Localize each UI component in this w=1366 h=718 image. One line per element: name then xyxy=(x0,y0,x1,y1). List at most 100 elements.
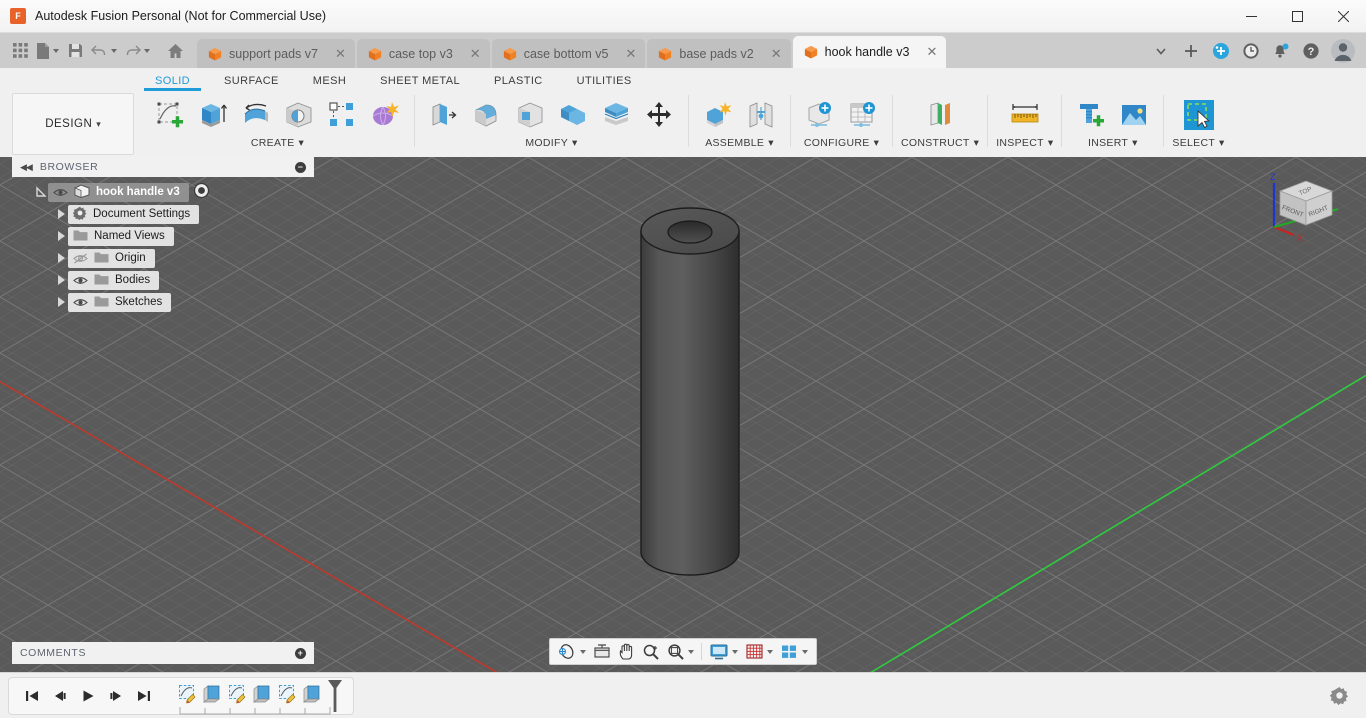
viewports-caret-icon[interactable] xyxy=(802,649,808,654)
create-form-icon[interactable] xyxy=(364,93,406,137)
press-pull-icon[interactable] xyxy=(423,93,465,137)
viewport-canvas[interactable]: ◀◀ BROWSER − hook handle v3 Document Set… xyxy=(0,157,1366,672)
pan-hand-icon[interactable] xyxy=(615,640,638,663)
configure-design-icon[interactable] xyxy=(799,93,841,137)
ribbon-group-create-label[interactable]: CREATE ▾ xyxy=(251,137,304,149)
browser-node-sketches[interactable]: Sketches xyxy=(12,291,314,313)
configuration-table-icon[interactable] xyxy=(842,93,884,137)
ribbon-tab-surface[interactable]: SURFACE xyxy=(207,75,296,91)
viewports-icon[interactable] xyxy=(777,640,811,663)
browser-minimize-icon[interactable]: − xyxy=(295,161,306,173)
document-tab-close-icon[interactable]: ✕ xyxy=(325,46,346,62)
browser-node-origin[interactable]: Origin xyxy=(12,247,314,269)
extrude-icon[interactable] xyxy=(192,93,234,137)
timeline-feature-extrude-3[interactable] xyxy=(300,679,325,709)
timeline-play-button[interactable] xyxy=(75,681,100,711)
help-icon[interactable]: ? xyxy=(1296,36,1326,66)
workspace-selector[interactable]: DESIGN ▾ xyxy=(12,93,134,155)
job-status-clock-icon[interactable] xyxy=(1236,36,1266,66)
ribbon-group-construct-label[interactable]: CONSTRUCT ▾ xyxy=(901,137,979,149)
browser-node-chip[interactable]: Document Settings xyxy=(68,204,200,224)
grid-snaps-icon[interactable] xyxy=(742,640,776,663)
document-tab-close-icon[interactable]: ✕ xyxy=(460,46,481,62)
timeline-settings-gear-icon[interactable] xyxy=(1326,683,1352,709)
account-avatar[interactable] xyxy=(1326,36,1360,66)
expander-closed-icon[interactable] xyxy=(54,253,68,263)
orbit-caret-icon[interactable] xyxy=(580,649,586,654)
look-at-icon[interactable] xyxy=(590,640,614,663)
browser-node-root[interactable]: hook handle v3 xyxy=(12,181,314,203)
home-tab-button[interactable] xyxy=(153,33,197,68)
browser-node-chip[interactable]: Named Views xyxy=(68,226,174,246)
combine-icon[interactable] xyxy=(552,93,594,137)
undo-caret[interactable] xyxy=(111,48,117,53)
timeline-feature-sketch-2[interactable] xyxy=(225,679,250,709)
revolve-icon[interactable] xyxy=(235,93,277,137)
insert-canvas-icon[interactable] xyxy=(1113,93,1155,137)
zoom-window-caret-icon[interactable] xyxy=(688,649,694,654)
comments-panel[interactable]: COMMENTS + xyxy=(12,642,314,664)
timeline-feature-sketch-1[interactable] xyxy=(175,679,200,709)
eye-hidden-icon[interactable] xyxy=(73,252,88,265)
view-cube[interactable]: Z X TOP FRONT RIGHT xyxy=(1260,165,1344,243)
timeline-go-to-end-button[interactable] xyxy=(131,681,156,711)
ribbon-tab-plastic[interactable]: PLASTIC xyxy=(477,75,560,91)
document-tab-close-icon[interactable]: ✕ xyxy=(761,46,782,62)
timeline-feature-sketch-3[interactable] xyxy=(275,679,300,709)
document-tab-close-icon[interactable]: ✕ xyxy=(615,46,636,62)
shell-icon[interactable] xyxy=(509,93,551,137)
browser-node-named-views[interactable]: Named Views xyxy=(12,225,314,247)
eye-visible-icon[interactable] xyxy=(73,296,88,309)
new-component-icon[interactable] xyxy=(697,93,739,137)
offset-face-icon[interactable] xyxy=(595,93,637,137)
ribbon-group-select-label[interactable]: SELECT ▾ xyxy=(1172,137,1224,149)
display-settings-caret-icon[interactable] xyxy=(732,649,738,654)
document-tab-3[interactable]: base pads v2 ✕ xyxy=(647,39,791,68)
browser-collapse-icon[interactable]: ◀◀ xyxy=(20,162,33,173)
app-launcher-icon[interactable] xyxy=(8,37,32,65)
document-tab-1[interactable]: case top v3 ✕ xyxy=(356,39,490,68)
ribbon-tab-solid[interactable]: SOLID xyxy=(138,75,207,91)
timeline-feature-extrude-1[interactable] xyxy=(200,679,225,709)
move-copy-icon[interactable] xyxy=(638,93,680,137)
extensions-icon[interactable] xyxy=(1206,36,1236,66)
tab-overflow-chevron-down-icon[interactable] xyxy=(1146,36,1176,66)
ribbon-group-modify-label[interactable]: MODIFY ▾ xyxy=(525,137,577,149)
insert-mcmaster-carr-icon[interactable] xyxy=(1070,93,1112,137)
zoom-icon[interactable] xyxy=(639,640,663,663)
ribbon-group-insert-label[interactable]: INSERT ▾ xyxy=(1088,137,1138,149)
document-tab-4-active[interactable]: hook handle v3 ✕ xyxy=(792,36,947,68)
select-tool-icon[interactable] xyxy=(1174,93,1224,137)
ribbon-group-configure-label[interactable]: CONFIGURE ▾ xyxy=(804,137,879,149)
fillet-icon[interactable] xyxy=(466,93,508,137)
ribbon-tab-utilities[interactable]: UTILITIES xyxy=(560,75,649,91)
document-tab-2[interactable]: case bottom v5 ✕ xyxy=(491,39,646,68)
notifications-bell-icon[interactable] xyxy=(1266,36,1296,66)
expander-closed-icon[interactable] xyxy=(54,297,68,307)
eye-visible-icon[interactable] xyxy=(53,186,68,199)
new-tab-plus-icon[interactable] xyxy=(1176,36,1206,66)
timeline-feature-extrude-2[interactable] xyxy=(250,679,275,709)
hole-icon[interactable] xyxy=(278,93,320,137)
maximize-button[interactable] xyxy=(1274,0,1320,33)
redo-caret[interactable] xyxy=(144,48,150,53)
eye-visible-icon[interactable] xyxy=(73,274,88,287)
orbit-icon[interactable] xyxy=(555,640,589,663)
create-sketch-icon[interactable] xyxy=(149,93,191,137)
joint-icon[interactable] xyxy=(740,93,782,137)
browser-node-chip[interactable]: Origin xyxy=(68,248,155,268)
browser-node-chip[interactable]: Bodies xyxy=(68,270,160,290)
display-settings-monitor-icon[interactable] xyxy=(706,640,741,663)
activate-component-radio-icon[interactable] xyxy=(193,182,210,202)
expander-closed-icon[interactable] xyxy=(54,231,68,241)
offset-plane-icon[interactable] xyxy=(915,93,965,137)
document-tab-0[interactable]: support pads v7 ✕ xyxy=(197,39,355,68)
document-tab-close-icon[interactable]: ✕ xyxy=(916,44,937,60)
new-file-caret[interactable] xyxy=(53,48,59,53)
expander-open-icon[interactable] xyxy=(34,186,48,198)
grid-snaps-caret-icon[interactable] xyxy=(767,649,773,654)
measure-icon[interactable] xyxy=(1000,93,1050,137)
add-comment-icon[interactable]: + xyxy=(295,647,306,659)
browser-node-chip[interactable]: hook handle v3 xyxy=(48,182,189,202)
ribbon-tab-sheet-metal[interactable]: SHEET METAL xyxy=(363,75,477,91)
